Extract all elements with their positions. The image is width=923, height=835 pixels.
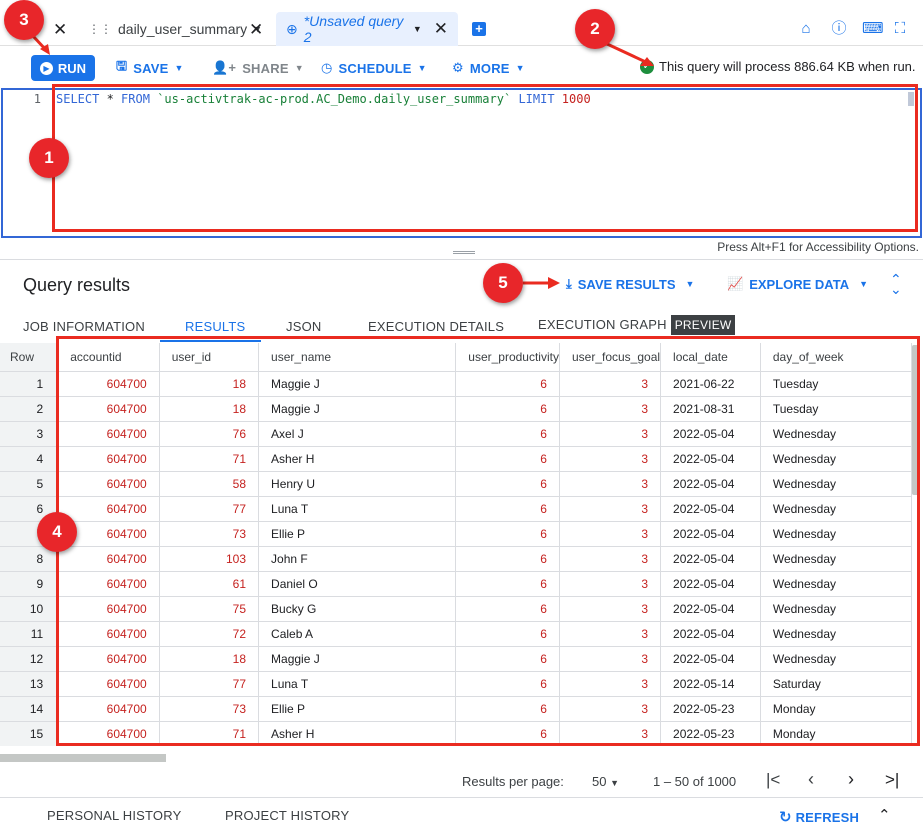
annotation-badge-3: 3	[4, 0, 44, 40]
annotation-badge-4: 4	[37, 512, 77, 552]
arrowhead	[548, 277, 560, 289]
annotation-arrows	[31, 34, 654, 289]
annotation-badge-1: 1	[29, 138, 69, 178]
arrow-to-status	[604, 41, 651, 66]
annotation-badge-5: 5	[483, 263, 523, 303]
annotation-badge-2: 2	[575, 9, 615, 49]
